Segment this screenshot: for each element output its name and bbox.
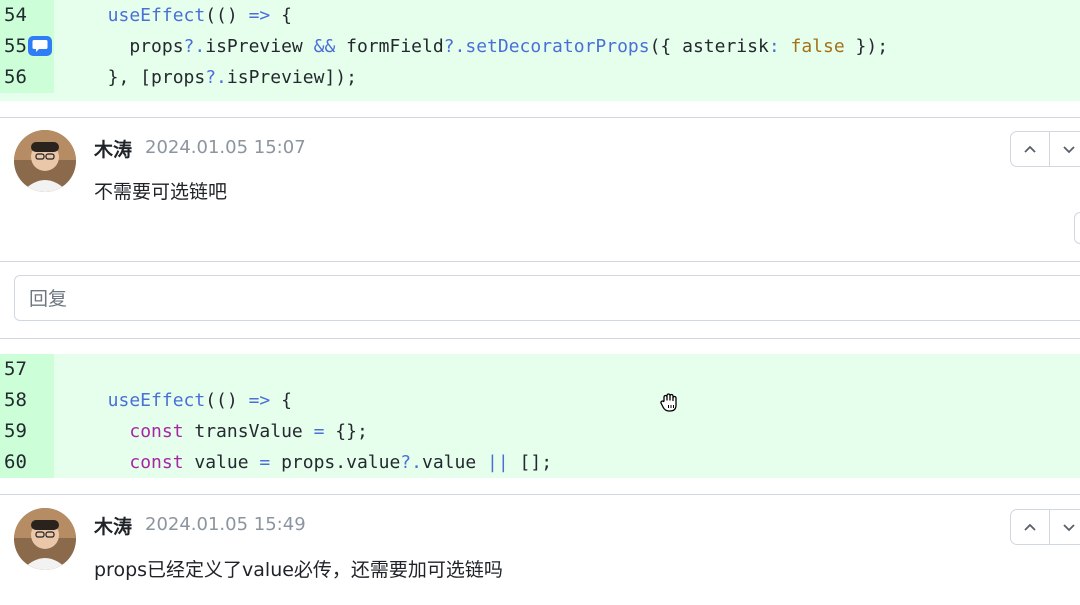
line-number: 58 — [4, 389, 27, 411]
code-block-2: 57 58 useEffect(() => {59 const transValu… — [0, 354, 1080, 478]
code-token: = — [259, 452, 271, 473]
code-line[interactable]: 56 }, [props?.isPreview]); — [0, 62, 1080, 93]
line-number: 56 — [4, 66, 27, 88]
comment-author[interactable]: 木涛 — [94, 135, 132, 162]
code-token: props.value — [270, 452, 401, 473]
chevron-down-icon — [1063, 524, 1075, 532]
line-gutter[interactable]: 57 — [0, 354, 54, 385]
next-comment-button[interactable] — [1050, 510, 1080, 544]
code-line[interactable]: 60 const value = props.value?.value || [… — [0, 447, 1080, 478]
code-token: ?. — [400, 452, 422, 473]
line-gutter[interactable]: 56 — [0, 62, 54, 93]
line-number: 54 — [4, 4, 27, 26]
previous-comment-button[interactable] — [1011, 510, 1049, 544]
code-token: const — [129, 452, 184, 473]
line-gutter[interactable]: 54 — [0, 0, 54, 31]
comment-body: 不需要可选链吧 — [94, 181, 228, 203]
code-token: value — [183, 452, 260, 473]
review-comment: 木涛 2024.01.05 15:49 props已经定义了value必传，还需… — [0, 495, 1080, 605]
code-text: }, [props?.isPreview]); — [86, 62, 357, 93]
code-text: useEffect(() => { — [86, 385, 292, 416]
reply-area: 回复 — [0, 262, 1080, 338]
line-number: 55 — [4, 35, 27, 57]
code-line[interactable]: 57 — [0, 354, 1080, 385]
review-comment: 木涛 2024.01.05 15:07 不需要可选链吧 — [0, 118, 1080, 261]
line-gutter[interactable]: 60 — [0, 447, 54, 478]
code-token: ?. — [443, 36, 466, 57]
code-text: const value = props.value?.value || []; — [86, 447, 552, 478]
code-token: && — [313, 36, 336, 57]
code-token: (() — [205, 5, 249, 26]
code-token: useEffect — [86, 5, 206, 26]
code-token: => — [248, 5, 271, 26]
code-text: const transValue = {}; — [86, 416, 368, 447]
line-gutter[interactable]: 55 — [0, 31, 54, 62]
chevron-down-icon — [1063, 146, 1075, 154]
avatar[interactable] — [14, 508, 76, 570]
code-text: props?.isPreview && formField?.setDecora… — [86, 31, 888, 62]
comment-timestamp: 2024.01.05 15:49 — [145, 514, 306, 535]
code-token: }, [props — [86, 67, 206, 88]
code-line[interactable]: 58 useEffect(() => { — [0, 385, 1080, 416]
code-token: ?. — [205, 67, 227, 88]
code-line[interactable]: 59 const transValue = {}; — [0, 416, 1080, 447]
code-token: value — [421, 452, 488, 473]
comment-nav — [1010, 509, 1080, 545]
comment-action-button[interactable] — [1074, 212, 1080, 244]
comment-timestamp: 2024.01.05 15:07 — [145, 137, 306, 158]
avatar[interactable] — [14, 130, 76, 192]
line-number: 59 — [4, 420, 27, 442]
code-token: []; — [508, 452, 553, 473]
line-gutter[interactable]: 58 — [0, 385, 54, 416]
code-token: {}; — [324, 421, 368, 442]
code-token: const — [129, 421, 184, 442]
chevron-up-icon — [1024, 145, 1036, 153]
line-number: 60 — [4, 451, 27, 473]
reply-input[interactable]: 回复 — [14, 275, 1080, 321]
code-line[interactable]: 55 props?.isPreview && formField?.setDec… — [0, 31, 1080, 62]
comment-author[interactable]: 木涛 — [94, 512, 132, 539]
code-token: props — [86, 36, 184, 57]
code-token: ?. — [183, 36, 206, 57]
code-token: ({ asterisk — [649, 36, 769, 57]
comment-nav — [1010, 131, 1080, 167]
next-comment-button[interactable] — [1050, 132, 1080, 166]
code-token: { — [270, 5, 292, 26]
divider — [0, 338, 1080, 339]
code-block-1: 54 useEffect(() => {55 props?.isPreview … — [0, 0, 1080, 101]
code-token: isPreview]); — [226, 67, 357, 88]
code-token: { — [270, 390, 292, 411]
code-token: transValue — [183, 421, 314, 442]
code-token: (() — [205, 390, 249, 411]
code-text: useEffect(() => { — [86, 0, 292, 31]
line-number: 57 — [4, 358, 27, 380]
code-token: isPreview — [205, 36, 314, 57]
code-token: formField — [335, 36, 444, 57]
code-token: false — [790, 36, 845, 57]
code-token: = — [313, 421, 325, 442]
code-token: }); — [844, 36, 889, 57]
code-token: => — [248, 390, 271, 411]
line-gutter[interactable]: 59 — [0, 416, 54, 447]
chevron-up-icon — [1024, 523, 1036, 531]
reply-placeholder: 回复 — [29, 288, 68, 310]
grab-hand-cursor-icon — [658, 390, 682, 414]
code-token: setDecoratorProps — [465, 36, 650, 57]
comment-body: props已经定义了value必传，还需要加可选链吗 — [94, 559, 503, 581]
code-token: : — [768, 36, 780, 57]
comment-bubble-icon[interactable] — [28, 36, 52, 56]
code-line[interactable]: 54 useEffect(() => { — [0, 0, 1080, 31]
previous-comment-button[interactable] — [1011, 132, 1049, 166]
code-token: || — [487, 452, 509, 473]
code-token: useEffect — [86, 390, 206, 411]
